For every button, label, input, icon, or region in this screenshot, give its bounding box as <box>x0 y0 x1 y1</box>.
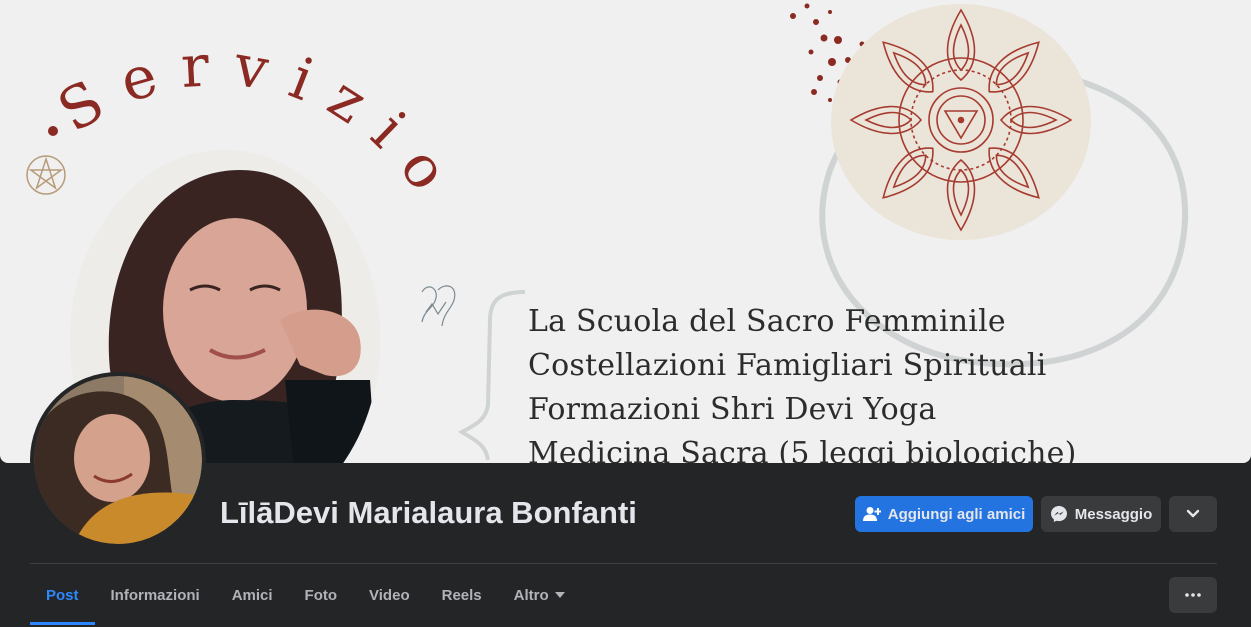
add-friend-button[interactable]: Aggiungi agli amici <box>855 496 1033 532</box>
caret-down-icon <box>554 592 565 598</box>
tab-reels[interactable]: Reels <box>426 566 498 624</box>
mandala-image <box>830 2 1092 242</box>
tab-amici[interactable]: Amici <box>216 566 289 624</box>
chevron-down-icon <box>1186 509 1200 519</box>
tab-label: Reels <box>441 586 482 604</box>
tab-video[interactable]: Video <box>353 566 426 624</box>
cover-services-list: La Scuola del Sacro Femminile Costellazi… <box>528 300 1077 463</box>
profile-avatar[interactable] <box>30 372 206 548</box>
cover-line: Medicina Sacra (5 leggi biologiche) <box>528 436 1077 463</box>
tab-label: Altro <box>513 586 549 604</box>
ellipsis-icon <box>1185 593 1201 597</box>
more-options-button[interactable] <box>1169 577 1217 613</box>
profile-tabs: Post Informazioni Amici Foto Video Reels… <box>30 566 581 627</box>
profile-name: LīlāDevi Marialaura Bonfanti <box>220 495 637 530</box>
header-divider <box>30 563 1217 564</box>
tab-informazioni[interactable]: Informazioni <box>95 566 216 624</box>
message-button[interactable]: Messaggio <box>1041 496 1161 532</box>
tab-altro[interactable]: Altro <box>498 566 581 624</box>
tab-label: Informazioni <box>110 586 200 604</box>
message-label: Messaggio <box>1074 505 1153 523</box>
cover-line: Formazioni Shri Devi Yoga <box>528 392 937 427</box>
messenger-icon <box>1050 505 1068 523</box>
tab-post[interactable]: Post <box>30 566 95 625</box>
tab-label: Post <box>46 586 79 604</box>
tab-label: Video <box>369 586 410 604</box>
cover-line: Costellazioni Famigliari Spirituali <box>528 348 1047 383</box>
tab-foto[interactable]: Foto <box>289 566 353 624</box>
tab-label: Amici <box>231 586 273 604</box>
cover-photo[interactable]: Servizio La Scuola del Sacro Femminile C… <box>0 0 1251 463</box>
cover-line: La Scuola del Sacro Femminile <box>528 304 1006 339</box>
profile-options-button[interactable] <box>1169 496 1217 532</box>
add-friend-label: Aggiungi agli amici <box>887 505 1026 523</box>
tab-label: Foto <box>304 586 338 604</box>
add-friend-icon <box>862 506 881 522</box>
